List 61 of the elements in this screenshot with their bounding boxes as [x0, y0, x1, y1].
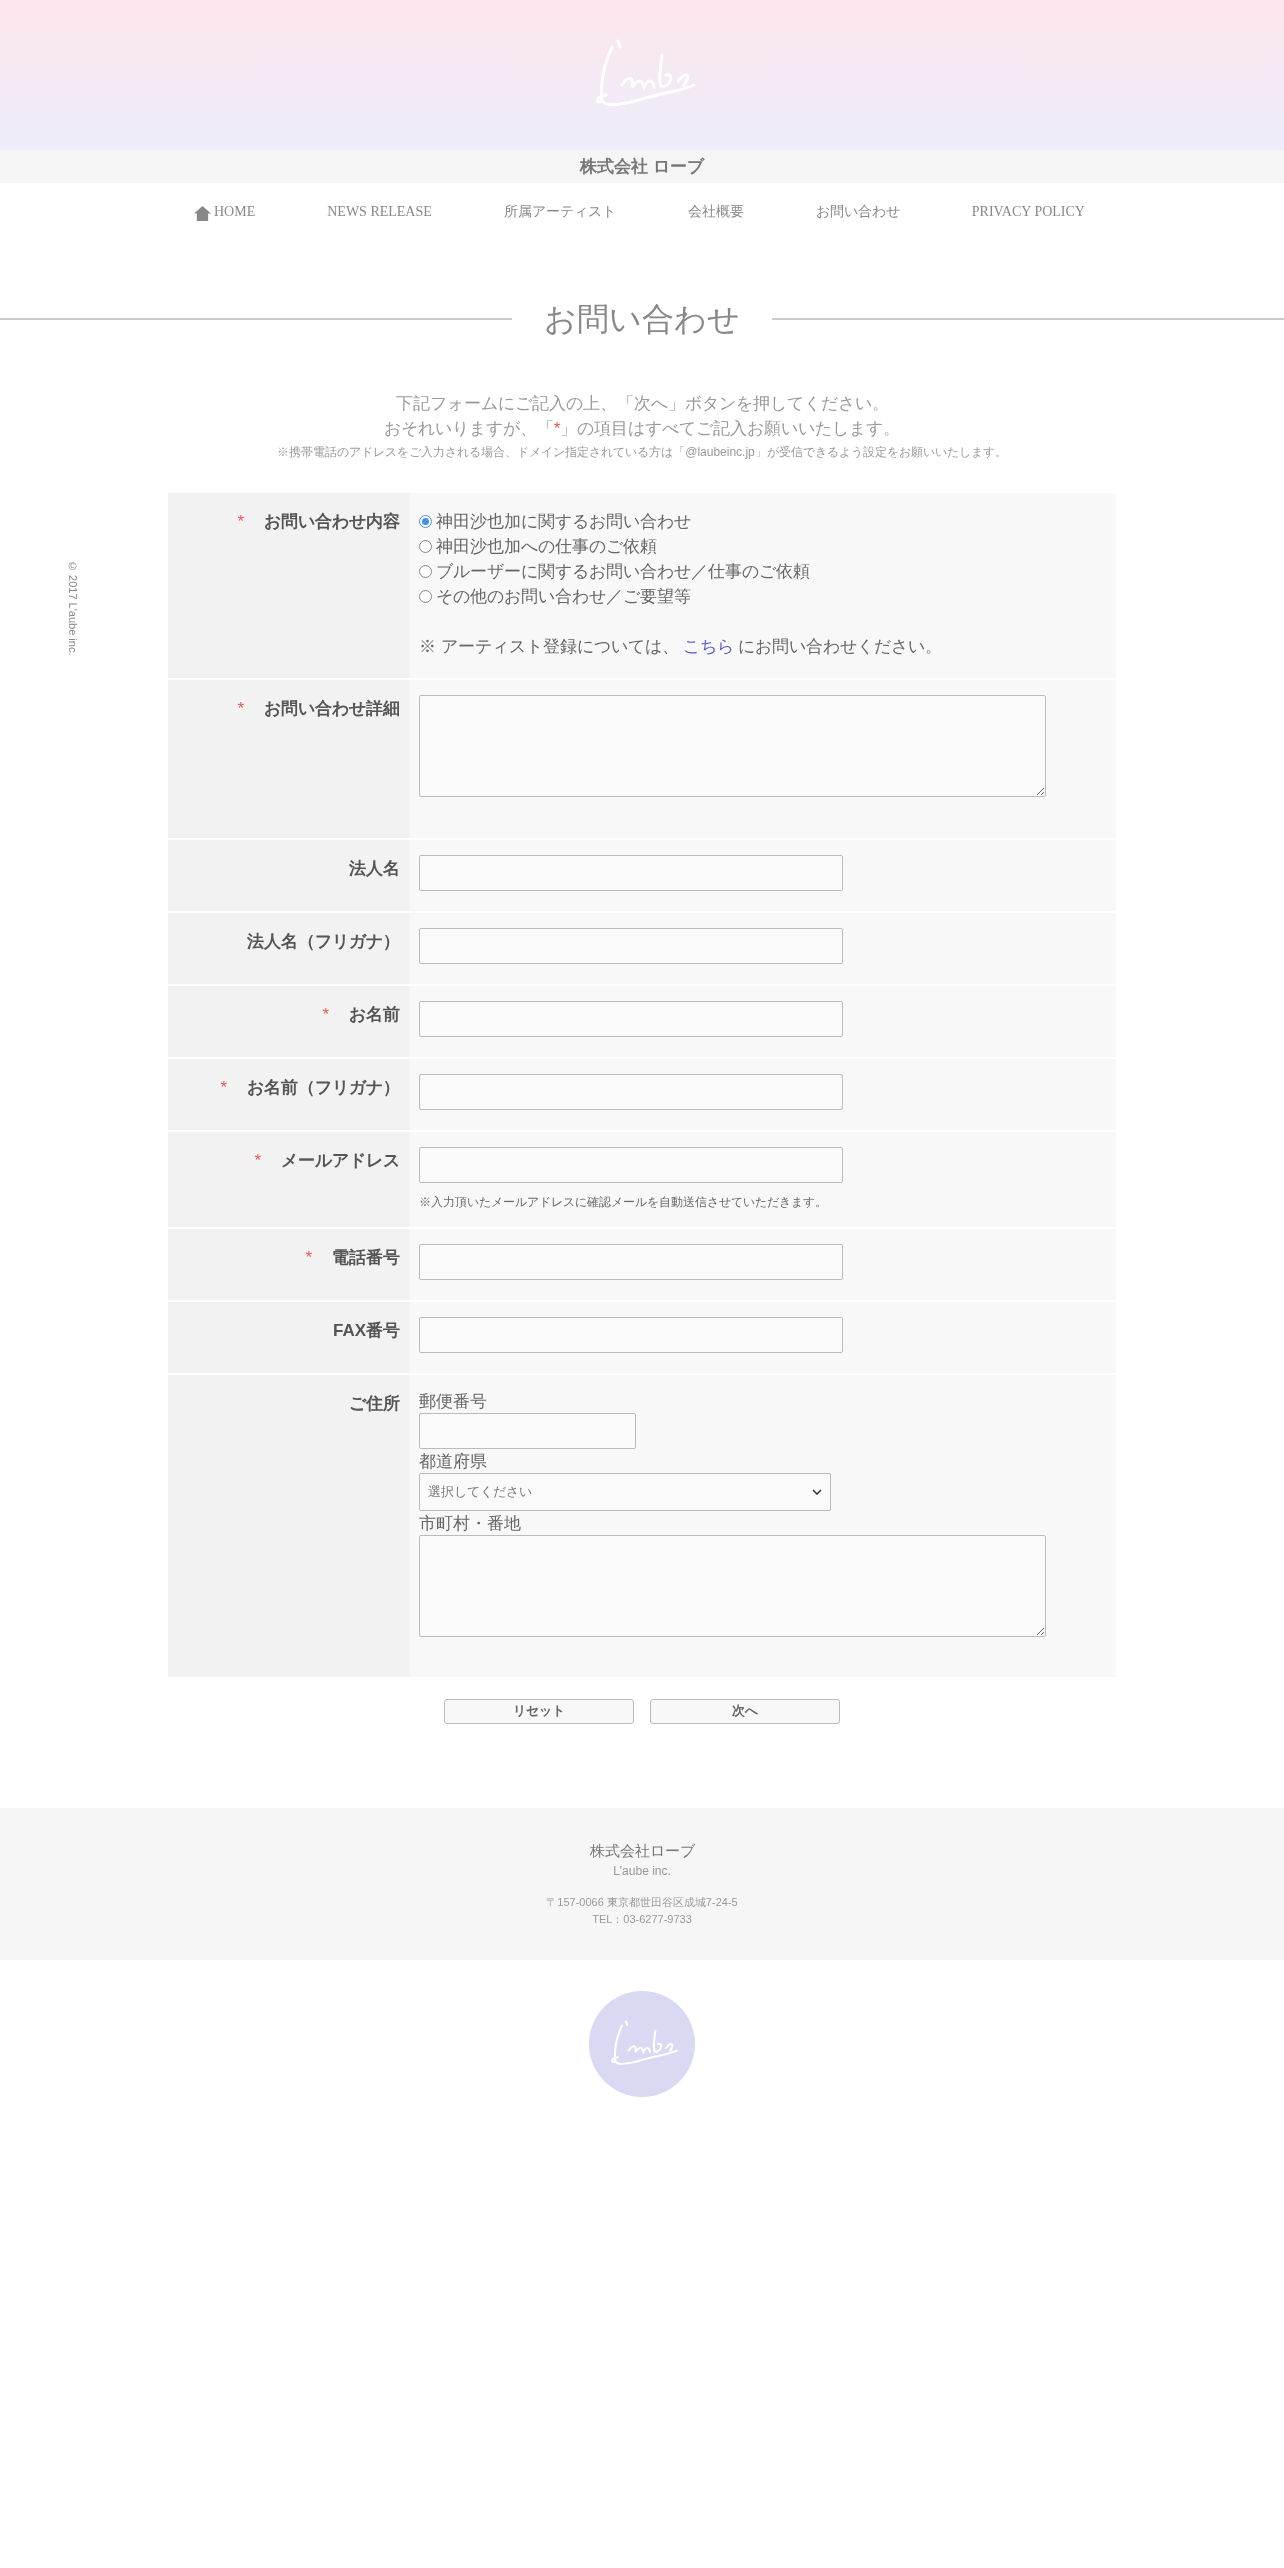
page-title: お問い合わせ: [543, 300, 741, 339]
radio-label: ブルーザーに関するお問い合わせ／仕事のご依頼: [436, 560, 810, 583]
home-icon: [193, 204, 212, 222]
company-name: 株式会社 ローブ: [580, 155, 704, 178]
radio-label: その他のお問い合わせ／ご要望等: [436, 585, 691, 608]
field-label: 電話番号: [332, 1246, 400, 1269]
footer-company: 株式会社ローブ: [589, 1840, 695, 1861]
chevron-icon: [812, 1488, 822, 1495]
intro-text: おそれいりますが、「*」の項目はすべてご記入お願いいたします。: [382, 418, 902, 440]
radio-button[interactable]: [419, 515, 432, 528]
field-label: お問い合わせ内容: [264, 511, 400, 533]
radio-button[interactable]: [419, 590, 432, 603]
input-field[interactable]: [419, 854, 843, 891]
radio-label: 神田沙也加に関するお問い合わせ: [436, 510, 691, 533]
input-field[interactable]: [419, 1316, 843, 1353]
nav-link[interactable]: 会社概要: [687, 200, 744, 222]
required-mark: *: [237, 511, 244, 533]
required-mark: *: [237, 697, 244, 720]
footer-address: 〒157-0066 東京都世田谷区成城7-24-5: [546, 1895, 738, 1911]
form-button[interactable]: リセット: [444, 1698, 634, 1724]
required-mark: *: [305, 1246, 312, 1269]
field-label: メールアドレス: [281, 1149, 400, 1172]
nav-link[interactable]: PRIVACY POLICY: [971, 200, 1085, 222]
input-field[interactable]: [419, 1073, 843, 1110]
footer-tel: TEL：03-6277-9733: [592, 1911, 692, 1927]
radio-button[interactable]: [419, 540, 432, 553]
field-label: ご住所: [349, 1392, 400, 1415]
select-field[interactable]: 選択してください: [419, 1472, 831, 1511]
text-area[interactable]: [419, 694, 1046, 797]
input-field[interactable]: [419, 1243, 843, 1280]
input-field[interactable]: [419, 927, 843, 964]
required-mark: *: [322, 1003, 329, 1026]
nav-link[interactable]: お問い合わせ: [815, 200, 900, 222]
form-button[interactable]: 次へ: [650, 1698, 840, 1724]
nav-link[interactable]: HOME: [193, 200, 256, 222]
registration-note: ※ アーティスト登録については、 こちら にお問い合わせください。: [419, 636, 943, 658]
field-label: FAX番号: [332, 1319, 400, 1342]
copyright: © 2017 L'aube inc.: [65, 560, 80, 656]
field-label: お名前（フリガナ）: [247, 1076, 400, 1099]
text-area[interactable]: [419, 1534, 1046, 1637]
nav-link[interactable]: 所属アーティスト: [503, 200, 616, 222]
field-label: お問い合わせ詳細: [264, 697, 400, 720]
field-label: 郵便番号: [419, 1390, 488, 1413]
required-mark: *: [254, 1149, 261, 1172]
nav-link[interactable]: NEWS RELEASE: [327, 200, 432, 222]
link[interactable]: こちら: [682, 637, 734, 656]
input-field[interactable]: [419, 1412, 636, 1449]
field-label: 都道府県: [419, 1450, 488, 1473]
field-label: 法人名: [349, 857, 400, 880]
field-label: 法人名（フリガナ）: [247, 930, 400, 953]
footer-company-en: L'aube inc.: [613, 1863, 671, 1881]
field-label: お名前: [349, 1003, 400, 1026]
required-mark: *: [220, 1076, 227, 1099]
radio-button[interactable]: [419, 565, 432, 578]
hint-text: ※入力頂いたメールアドレスに確認メールを自動送信させていただきます。: [419, 1193, 828, 1211]
intro-text: 下記フォームにご記入の上、「次へ」ボタンを押してください。: [394, 393, 890, 415]
input-field[interactable]: [419, 1146, 843, 1183]
input-field[interactable]: [419, 1000, 843, 1037]
radio-label: 神田沙也加への仕事のご依頼: [436, 535, 657, 558]
intro-note: ※携帯電話のアドレスをご入力される場合、ドメイン指定されている方は「@laubeinc.jp」が受信できるよう設定をお願いいたします。: [276, 444, 1008, 461]
field-label: 市町村・番地: [419, 1512, 522, 1535]
